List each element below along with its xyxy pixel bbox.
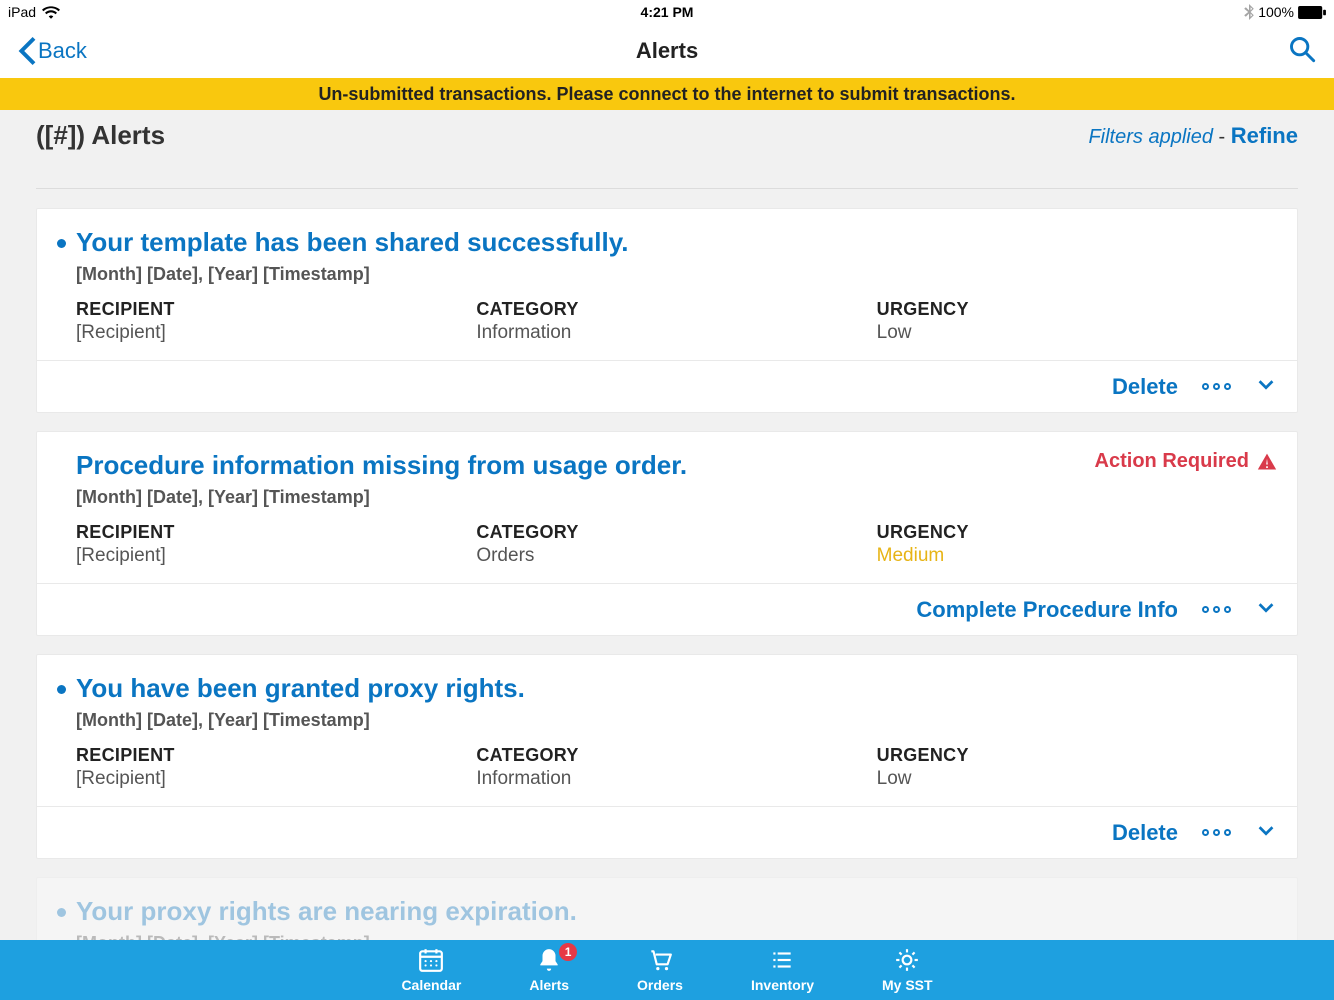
bluetooth-icon <box>1244 4 1254 20</box>
tab-label: Calendar <box>401 977 461 993</box>
alert-primary-action[interactable]: Delete <box>1112 820 1178 846</box>
alerts-list: Your template has been shared successful… <box>36 208 1298 940</box>
battery-percent: 100% <box>1258 4 1294 20</box>
category-label: CATEGORY <box>476 299 876 320</box>
tab-mysst[interactable]: My SST <box>882 947 933 993</box>
unread-dot-icon <box>57 908 66 917</box>
more-options-button[interactable] <box>1202 383 1231 390</box>
alert-timestamp: [Month] [Date], [Year] [Timestamp] <box>76 264 1277 285</box>
action-required-badge: Action Required <box>1095 450 1277 473</box>
unread-dot-icon <box>57 685 66 694</box>
category-value: Orders <box>476 545 876 567</box>
filters-applied-label: Filters applied <box>1088 126 1213 148</box>
device-label: iPad <box>8 4 36 20</box>
warning-icon <box>1257 452 1277 472</box>
urgency-value: Medium <box>877 545 1277 567</box>
tab-label: Orders <box>637 977 683 993</box>
unread-dot-icon <box>57 239 66 248</box>
status-time: 4:21 PM <box>641 4 694 20</box>
alert-timestamp: [Month] [Date], [Year] [Timestamp] <box>76 487 1277 508</box>
recipient-value: [Recipient] <box>76 545 476 567</box>
urgency-value: Low <box>877 768 1277 790</box>
alerts-header-row: ([#]) Alerts Filters applied - Refine <box>36 120 1298 151</box>
alerts-count: ([#]) Alerts <box>36 120 165 151</box>
expand-button[interactable] <box>1255 819 1277 846</box>
tab-label: Alerts <box>529 977 569 993</box>
search-button[interactable] <box>1288 35 1316 68</box>
recipient-label: RECIPIENT <box>76 522 476 543</box>
alert-title[interactable]: You have been granted proxy rights. <box>76 673 525 704</box>
recipient-value: [Recipient] <box>76 768 476 790</box>
alerts-badge: 1 <box>559 943 577 961</box>
tab-alerts[interactable]: 1 Alerts <box>529 947 569 993</box>
urgency-value: Low <box>877 322 1277 344</box>
wifi-icon <box>42 5 60 19</box>
refine-button[interactable]: Refine <box>1231 123 1298 148</box>
urgency-label: URGENCY <box>877 745 1277 766</box>
ios-status-bar: iPad 4:21 PM 100% <box>0 0 1334 24</box>
tab-inventory[interactable]: Inventory <box>751 947 814 993</box>
category-value: Information <box>476 768 876 790</box>
alert-title[interactable]: Your proxy rights are nearing expiration… <box>76 896 577 927</box>
offline-banner: Un-submitted transactions. Please connec… <box>0 78 1334 110</box>
urgency-label: URGENCY <box>877 299 1277 320</box>
alert-primary-action[interactable]: Complete Procedure Info <box>916 597 1178 623</box>
nav-header: Back Alerts <box>0 24 1334 78</box>
alert-primary-action[interactable]: Delete <box>1112 374 1178 400</box>
alert-card: Your proxy rights are nearing expiration… <box>36 877 1298 940</box>
alert-title[interactable]: Procedure information missing from usage… <box>76 450 687 481</box>
page-title: Alerts <box>636 38 698 64</box>
category-label: CATEGORY <box>476 522 876 543</box>
expand-button[interactable] <box>1255 373 1277 400</box>
back-button[interactable]: Back <box>18 37 87 65</box>
category-label: CATEGORY <box>476 745 876 766</box>
alert-timestamp: [Month] [Date], [Year] [Timestamp] <box>76 933 1277 940</box>
tab-orders[interactable]: Orders <box>637 947 683 993</box>
divider <box>36 188 1298 189</box>
tab-calendar[interactable]: Calendar <box>401 947 461 993</box>
separator: - <box>1213 126 1231 148</box>
tab-label: My SST <box>882 977 933 993</box>
battery-icon <box>1298 6 1326 19</box>
alert-card: Procedure information missing from usage… <box>36 431 1298 636</box>
recipient-value: [Recipient] <box>76 322 476 344</box>
alert-title[interactable]: Your template has been shared successful… <box>76 227 628 258</box>
recipient-label: RECIPIENT <box>76 745 476 766</box>
more-options-button[interactable] <box>1202 606 1231 613</box>
tab-bar: Calendar 1 Alerts Orders Inventory My SS… <box>0 940 1334 1000</box>
expand-button[interactable] <box>1255 596 1277 623</box>
more-options-button[interactable] <box>1202 829 1231 836</box>
urgency-label: URGENCY <box>877 522 1277 543</box>
recipient-label: RECIPIENT <box>76 299 476 320</box>
tab-label: Inventory <box>751 977 814 993</box>
alert-timestamp: [Month] [Date], [Year] [Timestamp] <box>76 710 1277 731</box>
category-value: Information <box>476 322 876 344</box>
alert-card: Your template has been shared successful… <box>36 208 1298 413</box>
alert-card: You have been granted proxy rights. [Mon… <box>36 654 1298 859</box>
back-label: Back <box>38 38 87 64</box>
